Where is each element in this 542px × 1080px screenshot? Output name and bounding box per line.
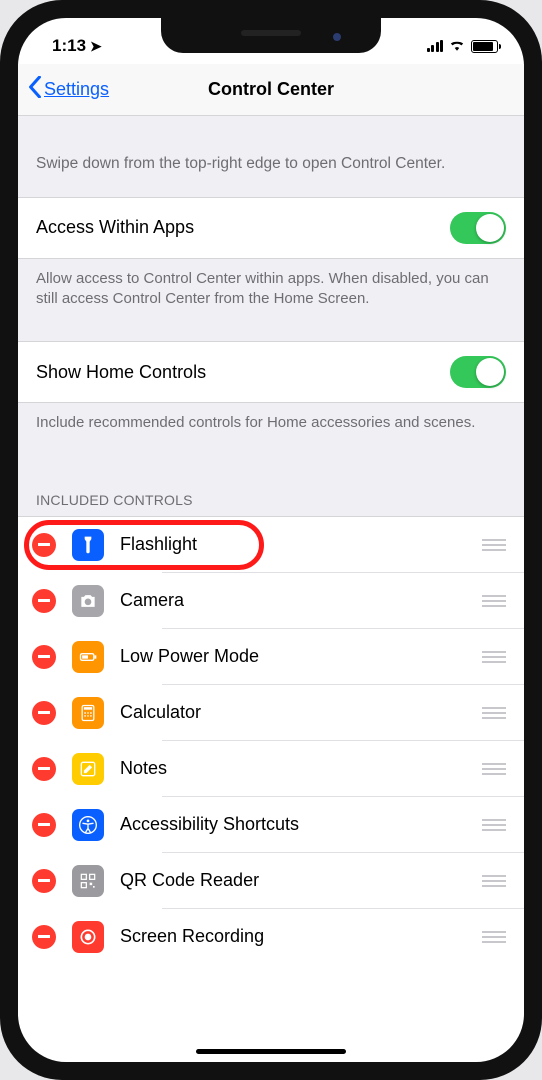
settings-list[interactable]: Swipe down from the top-right edge to op… <box>18 116 524 965</box>
wifi-icon <box>448 36 466 56</box>
phone-frame: 1:13 ➤ Settings Control Center <box>0 0 542 1080</box>
row-show-home-controls: Show Home Controls <box>18 341 524 403</box>
battery-icon <box>72 641 104 673</box>
list-label: Accessibility Shortcuts <box>120 814 482 835</box>
notes-icon <box>72 753 104 785</box>
remove-button-qr[interactable] <box>32 869 56 893</box>
row-access-within-apps: Access Within Apps <box>18 197 524 259</box>
back-label: Settings <box>44 79 109 100</box>
reorder-handle[interactable] <box>482 763 506 775</box>
included-controls-header: INCLUDED CONTROLS <box>18 466 524 516</box>
list-item-low-power-mode: Low Power Mode <box>18 629 524 685</box>
reorder-handle[interactable] <box>482 595 506 607</box>
list-item-flashlight: Flashlight <box>18 517 524 573</box>
remove-button-camera[interactable] <box>32 589 56 613</box>
reorder-handle[interactable] <box>482 875 506 887</box>
home-indicator[interactable] <box>196 1049 346 1054</box>
list-item-camera: Camera <box>18 573 524 629</box>
list-item-notes: Notes <box>18 741 524 797</box>
remove-button-low-power[interactable] <box>32 645 56 669</box>
footer-show-home-controls: Include recommended controls for Home ac… <box>18 403 524 465</box>
remove-button-notes[interactable] <box>32 757 56 781</box>
cellular-icon <box>427 40 444 52</box>
status-time: 1:13 <box>52 36 86 56</box>
toggle-access-within-apps[interactable] <box>450 212 506 244</box>
footer-access-within-apps: Allow access to Control Center within ap… <box>18 259 524 342</box>
list-item-accessibility: Accessibility Shortcuts <box>18 797 524 853</box>
reorder-handle[interactable] <box>482 539 506 551</box>
location-icon: ➤ <box>90 38 102 55</box>
list-item-qr-code: QR Code Reader <box>18 853 524 909</box>
back-button[interactable]: Settings <box>28 76 109 103</box>
list-label: Camera <box>120 590 482 611</box>
qr-icon <box>72 865 104 897</box>
toggle-show-home-controls[interactable] <box>450 356 506 388</box>
remove-button-screen-recording[interactable] <box>32 925 56 949</box>
included-controls-list: Flashlight Camera <box>18 516 524 965</box>
remove-button-calculator[interactable] <box>32 701 56 725</box>
camera-icon <box>72 585 104 617</box>
list-item-calculator: Calculator <box>18 685 524 741</box>
reorder-handle[interactable] <box>482 931 506 943</box>
calculator-icon <box>72 697 104 729</box>
list-item-screen-recording: Screen Recording <box>18 909 524 965</box>
accessibility-icon <box>72 809 104 841</box>
row-label: Access Within Apps <box>36 217 450 238</box>
list-label: QR Code Reader <box>120 870 482 891</box>
list-label: Calculator <box>120 702 482 723</box>
intro-text: Swipe down from the top-right edge to op… <box>18 116 524 197</box>
chevron-left-icon <box>28 76 42 103</box>
notch <box>161 18 381 53</box>
nav-header: Settings Control Center <box>18 64 524 116</box>
reorder-handle[interactable] <box>482 819 506 831</box>
remove-button-accessibility[interactable] <box>32 813 56 837</box>
list-label: Notes <box>120 758 482 779</box>
screen: 1:13 ➤ Settings Control Center <box>18 18 524 1062</box>
list-label: Low Power Mode <box>120 646 482 667</box>
battery-icon <box>471 40 498 53</box>
flashlight-icon <box>72 529 104 561</box>
list-label: Flashlight <box>120 534 482 555</box>
record-icon <box>72 921 104 953</box>
reorder-handle[interactable] <box>482 651 506 663</box>
remove-button-flashlight[interactable] <box>32 533 56 557</box>
list-label: Screen Recording <box>120 926 482 947</box>
row-label: Show Home Controls <box>36 362 450 383</box>
reorder-handle[interactable] <box>482 707 506 719</box>
